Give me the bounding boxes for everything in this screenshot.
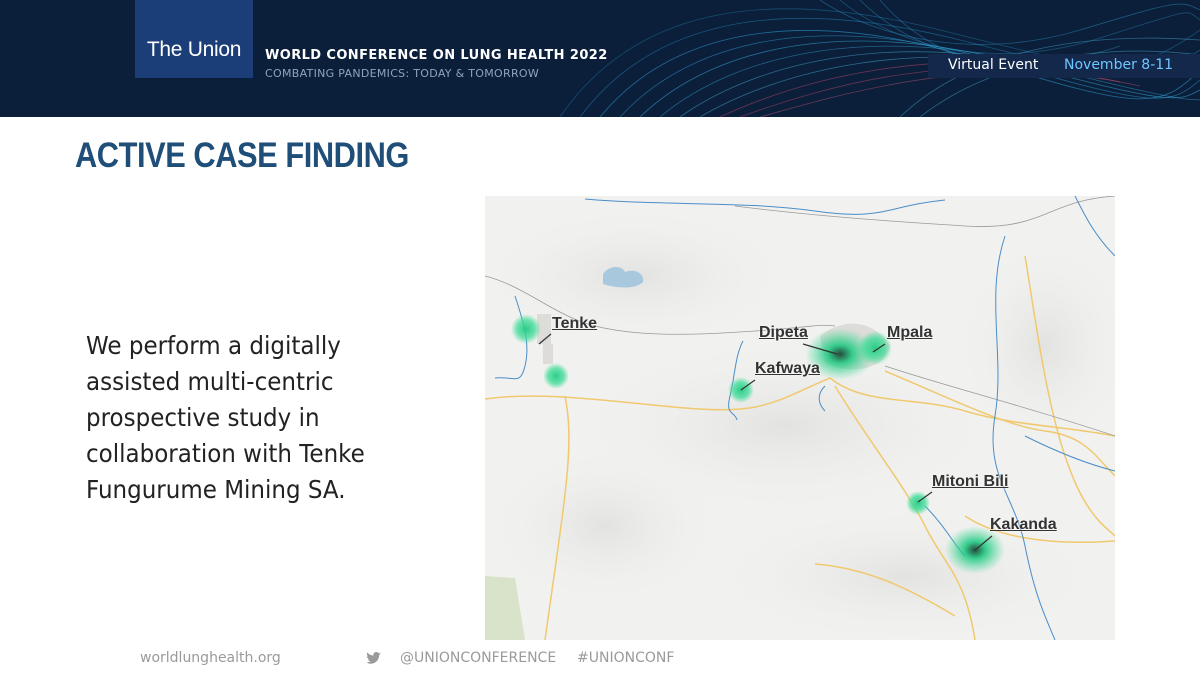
twitter-icon[interactable] [366, 652, 381, 664]
virtual-event-banner: Virtual Event November 8-11 [928, 54, 1200, 78]
footer-website[interactable]: worldlunghealth.org [140, 650, 281, 666]
logo-text: The Union [146, 38, 242, 61]
map-label-tenke: Tenke [552, 315, 598, 332]
map-label-mitoni-bili: Mitoni Bili [932, 473, 1009, 490]
map-label-kafwaya: Kafwaya [755, 360, 820, 377]
map-label-dipeta: Dipeta [759, 324, 808, 341]
map-label-kakanda: Kakanda [990, 516, 1057, 533]
study-site-map: Tenke Dipeta Mpala Kafwaya Mitoni Bili K… [485, 196, 1115, 640]
conference-subtitle: COMBATING PANDEMICS: TODAY & TOMORROW [265, 67, 540, 80]
slide-title: ACTIVE CASE FINDING [75, 136, 409, 175]
conference-header: The Union WORLD CONFERENCE ON LUNG HEALT… [0, 0, 1200, 117]
footer-twitter-handle[interactable]: @UNIONCONFERENCE [400, 650, 556, 666]
virtual-dates: November 8-11 [1064, 57, 1174, 73]
virtual-label: Virtual Event [948, 57, 1039, 73]
union-logo: The Union [135, 0, 253, 78]
footer-hashtag[interactable]: #UNIONCONF [577, 650, 674, 666]
map-label-mpala: Mpala [887, 324, 933, 341]
slide-body: We perform a digitally assisted multi-ce… [86, 331, 365, 504]
map-graphic [485, 196, 1115, 640]
conference-title: WORLD CONFERENCE ON LUNG HEALTH 2022 [265, 48, 608, 63]
